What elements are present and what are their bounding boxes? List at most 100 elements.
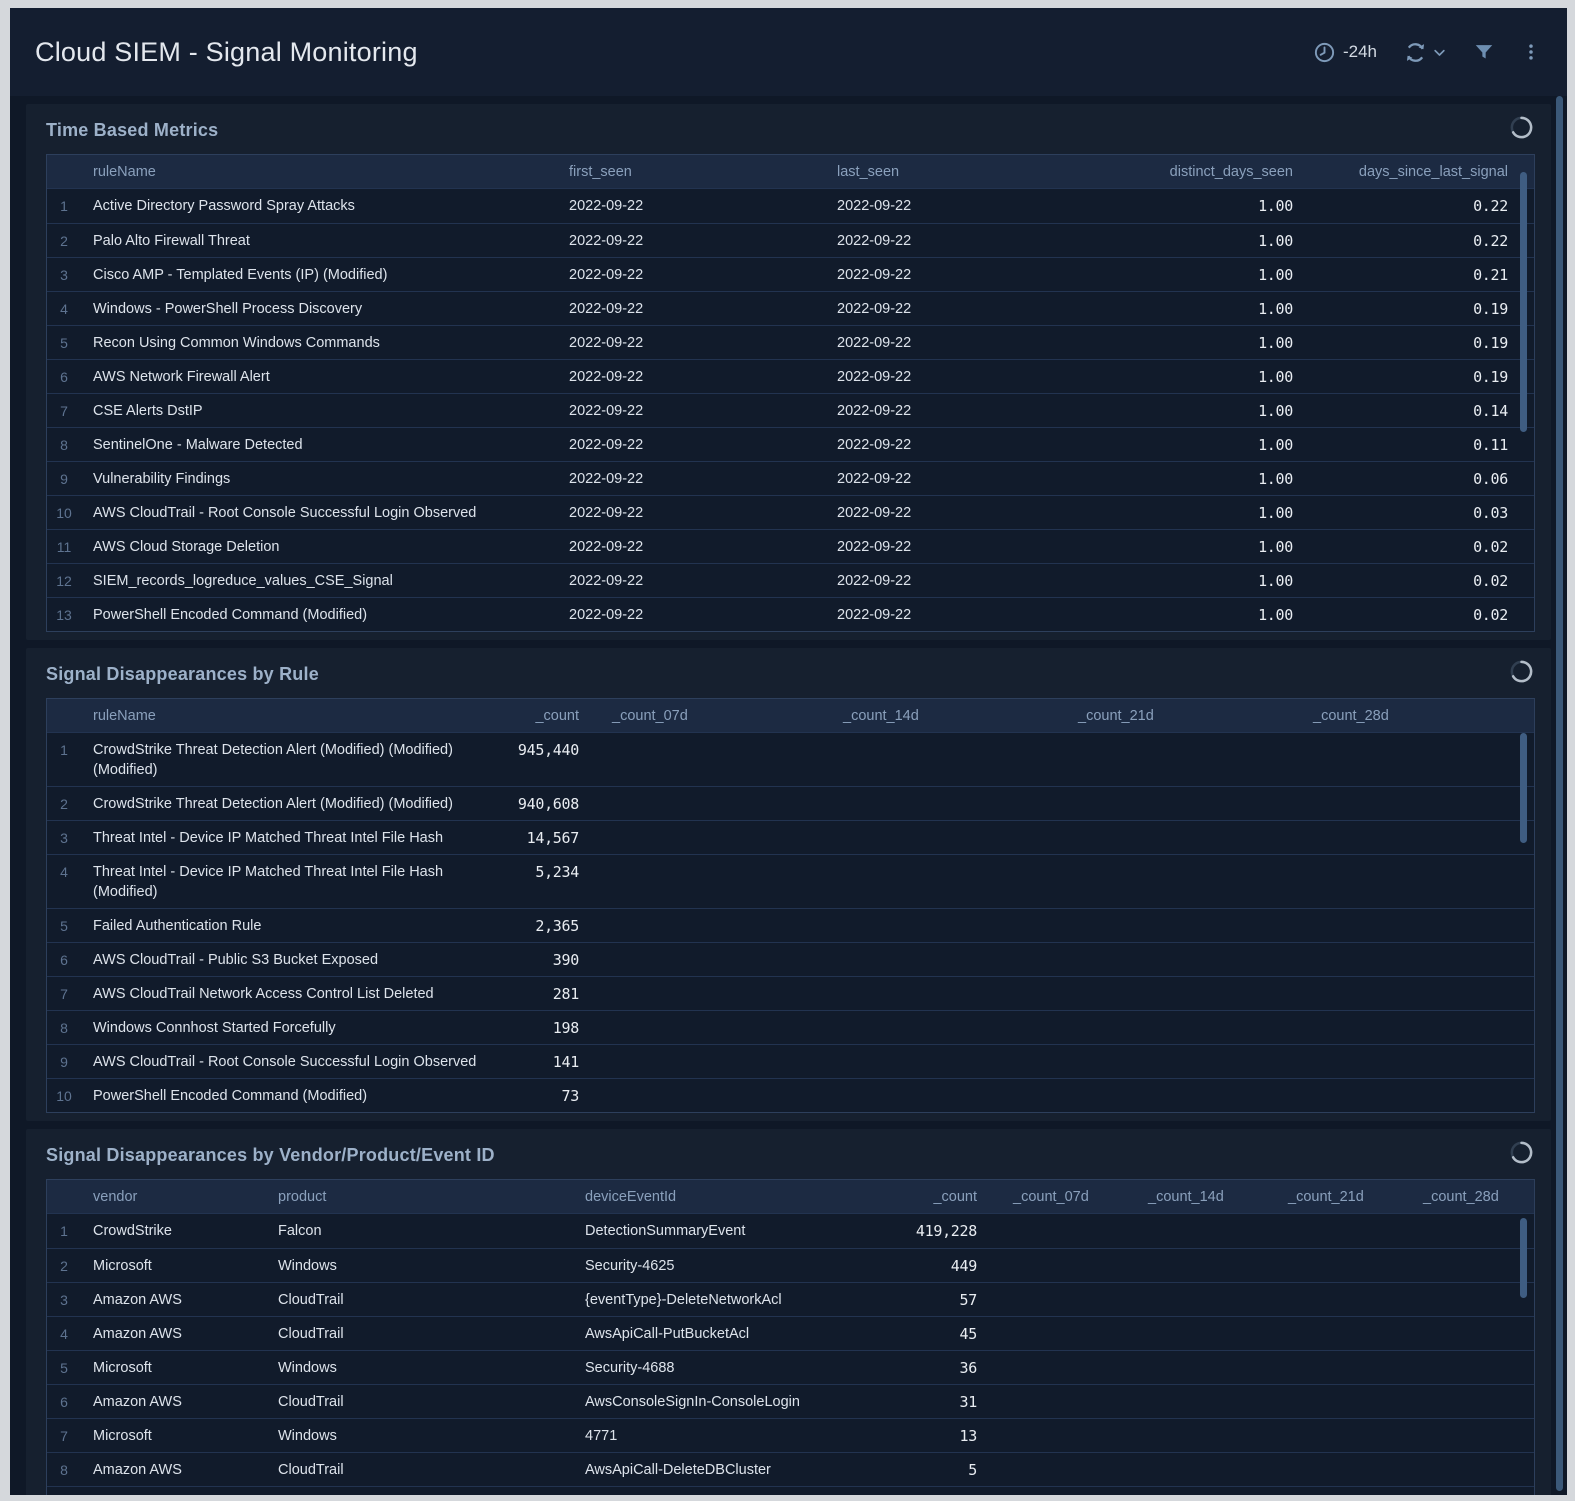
product-cell: Windows <box>263 1358 567 1378</box>
count-cell: 5,234 <box>501 862 590 882</box>
table-scrollbar-thumb[interactable] <box>1520 172 1527 432</box>
table-row[interactable]: 4 Windows - PowerShell Process Discovery… <box>47 291 1534 325</box>
rule-name-cell: Failed Authentication Rule <box>81 916 501 936</box>
vendor-cell: Amazon AWS <box>81 1324 263 1344</box>
column-header-count-14d: _count_14d <box>1128 1189 1268 1205</box>
table-row[interactable]: 7 AWS CloudTrail Network Access Control … <box>47 976 1534 1010</box>
table-header-row: ruleName first_seen last_seen distinct_d… <box>47 155 1534 189</box>
rule-name-cell: SentinelOne - Malware Detected <box>81 435 554 455</box>
column-header-first-seen: first_seen <box>554 164 822 180</box>
table-row[interactable]: 3 Amazon AWS CloudTrail {eventType}-Dele… <box>47 1282 1534 1316</box>
column-header-rulename: ruleName <box>81 708 501 724</box>
table-row[interactable]: 11 AWS Cloud Storage Deletion 2022-09-22… <box>47 529 1534 563</box>
rule-name-cell: PowerShell Encoded Command (Modified) <box>81 605 554 625</box>
table-row[interactable]: 8 SentinelOne - Malware Detected 2022-09… <box>47 427 1534 461</box>
table-body: 1 Active Directory Password Spray Attack… <box>47 189 1534 631</box>
time-range-control[interactable]: -24h <box>1313 41 1377 64</box>
row-number: 13 <box>47 605 81 625</box>
first-seen-cell: 2022-09-22 <box>554 537 822 557</box>
table-row[interactable]: 12 SIEM_records_logreduce_values_CSE_Sig… <box>47 563 1534 597</box>
table-row[interactable]: 10 AWS CloudTrail - Root Console Success… <box>47 495 1534 529</box>
signal-disappearances-by-rule-table: ruleName _count _count_07d _count_14d _c… <box>46 698 1535 1113</box>
table-row[interactable]: 3 Threat Intel - Device IP Matched Threa… <box>47 820 1534 854</box>
row-number: 2 <box>47 231 81 251</box>
column-header-vendor: vendor <box>81 1189 263 1205</box>
page-scrollbar[interactable] <box>1556 96 1563 1491</box>
rule-name-cell: Active Directory Password Spray Attacks <box>81 196 554 216</box>
rule-name-cell: Threat Intel - Device IP Matched Threat … <box>81 828 501 848</box>
column-header-device-event-id: deviceEventId <box>567 1189 895 1205</box>
first-seen-cell: 2022-09-22 <box>554 299 822 319</box>
table-row[interactable]: 9 Microsoft Windows Microsoft-Windows- 2 <box>47 1486 1534 1495</box>
row-number: 9 <box>47 469 81 489</box>
device-event-id-cell: Security-4625 <box>567 1256 895 1276</box>
refresh-chevron-down-icon[interactable] <box>1432 45 1447 60</box>
table-row[interactable]: 5 Recon Using Common Windows Commands 20… <box>47 325 1534 359</box>
table-row[interactable]: 1 CrowdStrike Falcon DetectionSummaryEve… <box>47 1214 1534 1248</box>
distinct-days-seen-cell: 1.00 <box>1101 469 1302 489</box>
distinct-days-seen-cell: 1.00 <box>1101 367 1302 387</box>
row-number: 11 <box>47 537 81 557</box>
first-seen-cell: 2022-09-22 <box>554 571 822 591</box>
vendor-cell: Microsoft <box>81 1358 263 1378</box>
table-row[interactable]: 4 Amazon AWS CloudTrail AwsApiCall-PutBu… <box>47 1316 1534 1350</box>
table-row[interactable]: 8 Amazon AWS CloudTrail AwsApiCall-Delet… <box>47 1452 1534 1486</box>
table-row[interactable]: 2 CrowdStrike Threat Detection Alert (Mo… <box>47 786 1534 820</box>
table-row[interactable]: 4 Threat Intel - Device IP Matched Threa… <box>47 854 1534 908</box>
table-row[interactable]: 7 Microsoft Windows 4771 13 <box>47 1418 1534 1452</box>
table-row[interactable]: 6 Amazon AWS CloudTrail AwsConsoleSignIn… <box>47 1384 1534 1418</box>
panel-time-based-metrics: Time Based Metrics ruleName first_seen l… <box>26 104 1551 640</box>
count-cell: 449 <box>895 1256 993 1276</box>
device-event-id-cell: 4771 <box>567 1426 895 1446</box>
dashboard-app: Cloud SIEM - Signal Monitoring -24h <box>10 8 1567 1495</box>
table-row[interactable]: 2 Microsoft Windows Security-4625 449 <box>47 1248 1534 1282</box>
count-cell: 940,608 <box>501 794 590 814</box>
first-seen-cell: 2022-09-22 <box>554 196 822 216</box>
rule-name-cell: AWS CloudTrail - Root Console Successful… <box>81 1052 501 1072</box>
time-based-metrics-table: ruleName first_seen last_seen distinct_d… <box>46 154 1535 632</box>
vendor-cell: Microsoft <box>81 1494 263 1495</box>
table-row[interactable]: 6 AWS CloudTrail - Public S3 Bucket Expo… <box>47 942 1534 976</box>
days-since-last-signal-cell: 0.02 <box>1302 537 1534 557</box>
table-row[interactable]: 6 AWS Network Firewall Alert 2022-09-22 … <box>47 359 1534 393</box>
table-row[interactable]: 13 PowerShell Encoded Command (Modified)… <box>47 597 1534 631</box>
count-cell: 73 <box>501 1086 590 1106</box>
product-cell: CloudTrail <box>263 1290 567 1310</box>
first-seen-cell: 2022-09-22 <box>554 605 822 625</box>
product-cell: Windows <box>263 1256 567 1276</box>
loading-spinner-icon <box>1508 1139 1535 1171</box>
column-header-count: _count <box>895 1189 993 1205</box>
count-cell: 2 <box>895 1494 993 1495</box>
table-row[interactable]: 5 Failed Authentication Rule 2,365 <box>47 908 1534 942</box>
table-row[interactable]: 1 Active Directory Password Spray Attack… <box>47 189 1534 223</box>
table-row[interactable]: 7 CSE Alerts DstIP 2022-09-22 2022-09-22… <box>47 393 1534 427</box>
count-cell: 2,365 <box>501 916 590 936</box>
count-cell: 57 <box>895 1290 993 1310</box>
distinct-days-seen-cell: 1.00 <box>1101 571 1302 591</box>
table-scrollbar-thumb[interactable] <box>1520 1218 1527 1298</box>
table-row[interactable]: 2 Palo Alto Firewall Threat 2022-09-22 2… <box>47 223 1534 257</box>
table-header-row: vendor product deviceEventId _count _cou… <box>47 1180 1534 1214</box>
last-seen-cell: 2022-09-22 <box>822 469 1101 489</box>
refresh-button[interactable] <box>1403 40 1428 65</box>
table-header-row: ruleName _count _count_07d _count_14d _c… <box>47 699 1534 733</box>
row-number: 9 <box>47 1494 81 1495</box>
count-cell: 36 <box>895 1358 993 1378</box>
table-row[interactable]: 9 AWS CloudTrail - Root Console Successf… <box>47 1044 1534 1078</box>
table-scrollbar-thumb[interactable] <box>1520 733 1527 843</box>
table-row[interactable]: 3 Cisco AMP - Templated Events (IP) (Mod… <box>47 257 1534 291</box>
kebab-menu-icon[interactable] <box>1521 40 1541 64</box>
table-row[interactable]: 10 PowerShell Encoded Command (Modified)… <box>47 1078 1534 1112</box>
count-cell: 45 <box>895 1324 993 1344</box>
table-row[interactable]: 9 Vulnerability Findings 2022-09-22 2022… <box>47 461 1534 495</box>
table-row[interactable]: 8 Windows Connhost Started Forcefully 19… <box>47 1010 1534 1044</box>
filter-icon[interactable] <box>1473 41 1495 63</box>
table-row[interactable]: 1 CrowdStrike Threat Detection Alert (Mo… <box>47 733 1534 786</box>
title-bar: Cloud SIEM - Signal Monitoring -24h <box>10 8 1567 96</box>
count-cell: 141 <box>501 1052 590 1072</box>
column-header-last-seen: last_seen <box>822 164 1101 180</box>
panel-title: Signal Disappearances by Vendor/Product/… <box>46 1145 495 1166</box>
last-seen-cell: 2022-09-22 <box>822 333 1101 353</box>
column-header-distinct-days-seen: distinct_days_seen <box>1101 164 1302 180</box>
table-row[interactable]: 5 Microsoft Windows Security-4688 36 <box>47 1350 1534 1384</box>
